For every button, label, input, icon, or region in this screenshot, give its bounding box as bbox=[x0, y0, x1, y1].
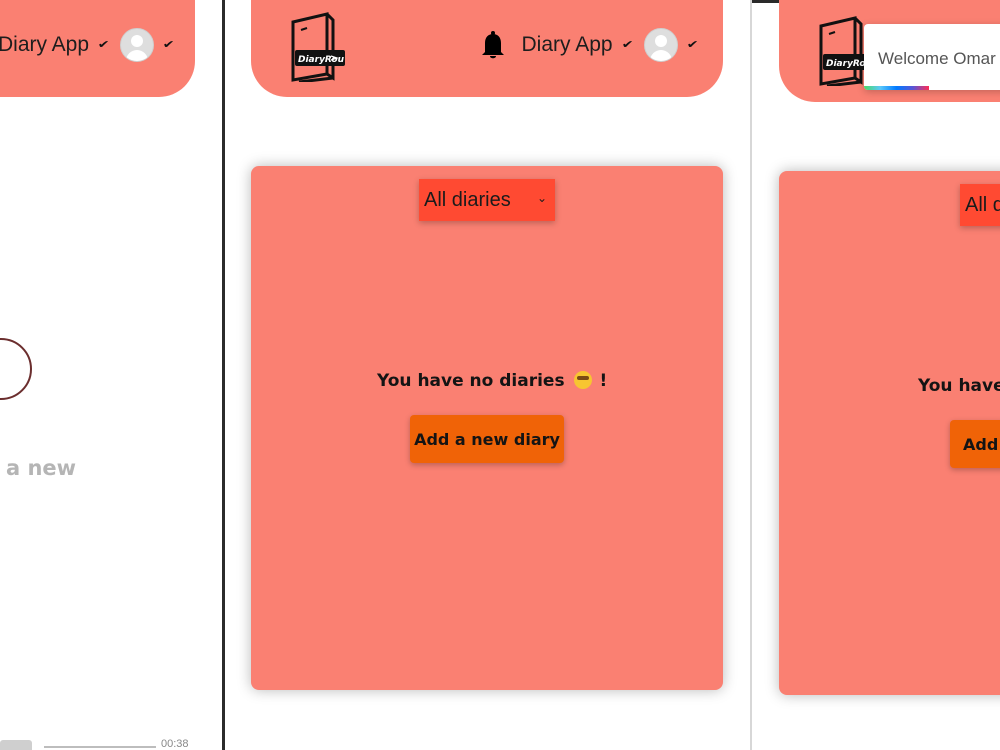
empty-message-punctuation: ! bbox=[599, 371, 608, 391]
add-diary-button[interactable]: Add a new diary bbox=[410, 415, 564, 463]
toast-progress-bar bbox=[864, 86, 929, 90]
diaries-card: All d You have Add bbox=[779, 171, 1000, 695]
chevron-down-icon: ⌄ bbox=[536, 191, 547, 205]
middle-header: DiaryRou Diary App ✔ ✔ bbox=[251, 0, 723, 97]
add-diary-button[interactable]: Add bbox=[950, 420, 1000, 468]
screen-recording: Diary App ✔ ✔ a new 00:38 DiaryRou Diary… bbox=[0, 0, 1000, 750]
chevron-down-icon[interactable]: ✔ bbox=[163, 39, 175, 51]
select-value: All d bbox=[965, 193, 1000, 216]
empty-state-message: You have no diaries ! bbox=[377, 371, 607, 391]
left-panel: Diary App ✔ ✔ a new 00:38 bbox=[0, 0, 222, 750]
video-timeline[interactable] bbox=[44, 746, 156, 748]
middle-panel: DiaryRou Diary App ✔ ✔ All diaries ⌄ You… bbox=[225, 0, 750, 750]
add-circle-outline[interactable] bbox=[0, 338, 32, 400]
avatar[interactable] bbox=[120, 28, 155, 62]
logo-text: DiaryRou bbox=[298, 55, 345, 65]
diary-filter-select[interactable]: All diaries ⌄ bbox=[419, 179, 555, 221]
app-menu-label[interactable]: Diary App bbox=[0, 33, 89, 57]
grinning-face-with-sweat-icon bbox=[573, 371, 592, 389]
empty-state-message: You have bbox=[918, 376, 1000, 396]
chevron-down-icon[interactable]: ✔ bbox=[686, 39, 698, 51]
diary-logo-icon[interactable]: DiaryRou bbox=[287, 12, 347, 82]
toast-message: Welcome Omar bbox=[878, 49, 996, 68]
left-header: Diary App ✔ ✔ bbox=[0, 0, 195, 97]
welcome-toast[interactable]: Welcome Omar bbox=[864, 24, 1000, 90]
empty-message-text: You have no diaries bbox=[377, 371, 565, 391]
partial-add-text: a new bbox=[6, 456, 77, 480]
left-header-actions: Diary App ✔ ✔ bbox=[0, 28, 179, 62]
chevron-down-icon[interactable]: ✔ bbox=[621, 39, 633, 51]
chevron-down-icon[interactable]: ✔ bbox=[98, 39, 110, 51]
diaries-card: All diaries ⌄ You have no diaries ! Add … bbox=[251, 166, 723, 690]
app-menu-label[interactable]: Diary App bbox=[522, 33, 613, 57]
diary-filter-select[interactable]: All d bbox=[960, 184, 1000, 226]
video-control-button[interactable] bbox=[0, 740, 32, 750]
right-panel: DiaryRou Welcome Omar All d You have Add bbox=[752, 0, 1000, 750]
middle-header-actions: Diary App ✔ ✔ bbox=[480, 28, 703, 62]
select-value: All diaries bbox=[424, 188, 511, 211]
avatar[interactable] bbox=[643, 28, 678, 62]
video-time: 00:38 bbox=[161, 738, 189, 750]
bell-icon[interactable] bbox=[480, 30, 506, 60]
